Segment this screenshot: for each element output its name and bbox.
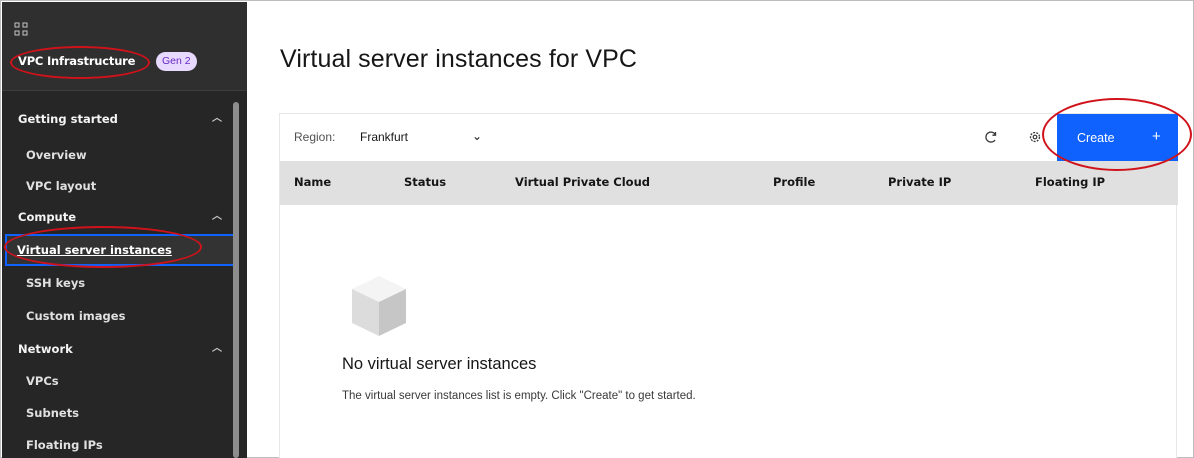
sidebar-item-label: Custom images: [26, 309, 126, 323]
column-header-profile[interactable]: Profile: [773, 175, 815, 189]
instances-table-panel: Region: Frankfurt ⌄ Create + Name Status…: [279, 113, 1178, 458]
app-switcher-icon[interactable]: [14, 22, 28, 36]
empty-state-title: No virtual server instances: [342, 355, 537, 373]
nav-section-network[interactable]: Network ︿: [2, 333, 234, 365]
sidebar-item-virtual-server-instances[interactable]: Virtual server instances: [5, 234, 237, 266]
brand-title[interactable]: VPC Infrastructure: [18, 54, 135, 68]
column-header-status[interactable]: Status: [404, 175, 446, 189]
sidebar-header: VPC Infrastructure Gen 2: [2, 2, 247, 91]
empty-box-icon: [352, 276, 406, 336]
sidebar: VPC Infrastructure Gen 2 Getting started…: [2, 2, 247, 458]
nav-section-label: Compute: [18, 210, 77, 224]
sidebar-item-custom-images[interactable]: Custom images: [2, 300, 234, 332]
sidebar-item-label: Floating IPs: [26, 438, 103, 452]
column-header-floating-ip[interactable]: Floating IP: [1035, 175, 1105, 189]
sidebar-item-label: SSH keys: [26, 276, 86, 290]
create-button-label: Create: [1077, 131, 1115, 145]
sidebar-item-label: VPCs: [26, 374, 59, 388]
region-label: Region:: [294, 130, 336, 144]
chevron-up-icon: ︿: [212, 211, 222, 222]
sidebar-item-label: VPC layout: [26, 179, 97, 193]
nav-section-label: Getting started: [18, 112, 118, 126]
nav-section-label: Network: [18, 342, 73, 356]
refresh-icon[interactable]: [984, 130, 998, 144]
column-header-vpc[interactable]: Virtual Private Cloud: [515, 175, 650, 189]
nav-section-getting-started[interactable]: Getting started ︿: [2, 103, 234, 135]
region-dropdown[interactable]: Frankfurt: [360, 130, 408, 144]
sidebar-scrollbar[interactable]: [233, 102, 239, 458]
settings-icon[interactable]: [1028, 130, 1042, 144]
sidebar-item-overview[interactable]: Overview: [2, 139, 234, 171]
sidebar-item-vpcs[interactable]: VPCs: [2, 365, 234, 397]
gen-badge: Gen 2: [156, 52, 197, 71]
sidebar-item-label: Overview: [26, 148, 87, 162]
column-header-name[interactable]: Name: [294, 175, 331, 189]
sidebar-item-label: Virtual server instances: [17, 243, 172, 257]
sidebar-item-subnets[interactable]: Subnets: [2, 397, 234, 429]
nav-section-compute[interactable]: Compute ︿: [2, 201, 234, 233]
chevron-down-icon[interactable]: ⌄: [472, 129, 482, 143]
table-toolbar: Region: Frankfurt ⌄ Create +: [280, 114, 1178, 161]
column-header-private-ip[interactable]: Private IP: [888, 175, 951, 189]
sidebar-item-label: Subnets: [26, 406, 80, 420]
sidebar-item-vpc-layout[interactable]: VPC layout: [2, 170, 234, 202]
create-button[interactable]: Create +: [1057, 114, 1178, 161]
app-window: VPC Infrastructure Gen 2 Getting started…: [0, 0, 1194, 458]
page-title: Virtual server instances for VPC: [280, 45, 638, 73]
sidebar-item-ssh-keys[interactable]: SSH keys: [2, 267, 234, 299]
chevron-up-icon: ︿: [212, 113, 222, 124]
empty-state-description: The virtual server instances list is emp…: [342, 390, 696, 402]
chevron-up-icon: ︿: [212, 343, 222, 354]
sidebar-item-floating-ips[interactable]: Floating IPs: [2, 429, 234, 458]
table-header: Name Status Virtual Private Cloud Profil…: [280, 161, 1178, 205]
plus-icon: +: [1152, 128, 1161, 145]
